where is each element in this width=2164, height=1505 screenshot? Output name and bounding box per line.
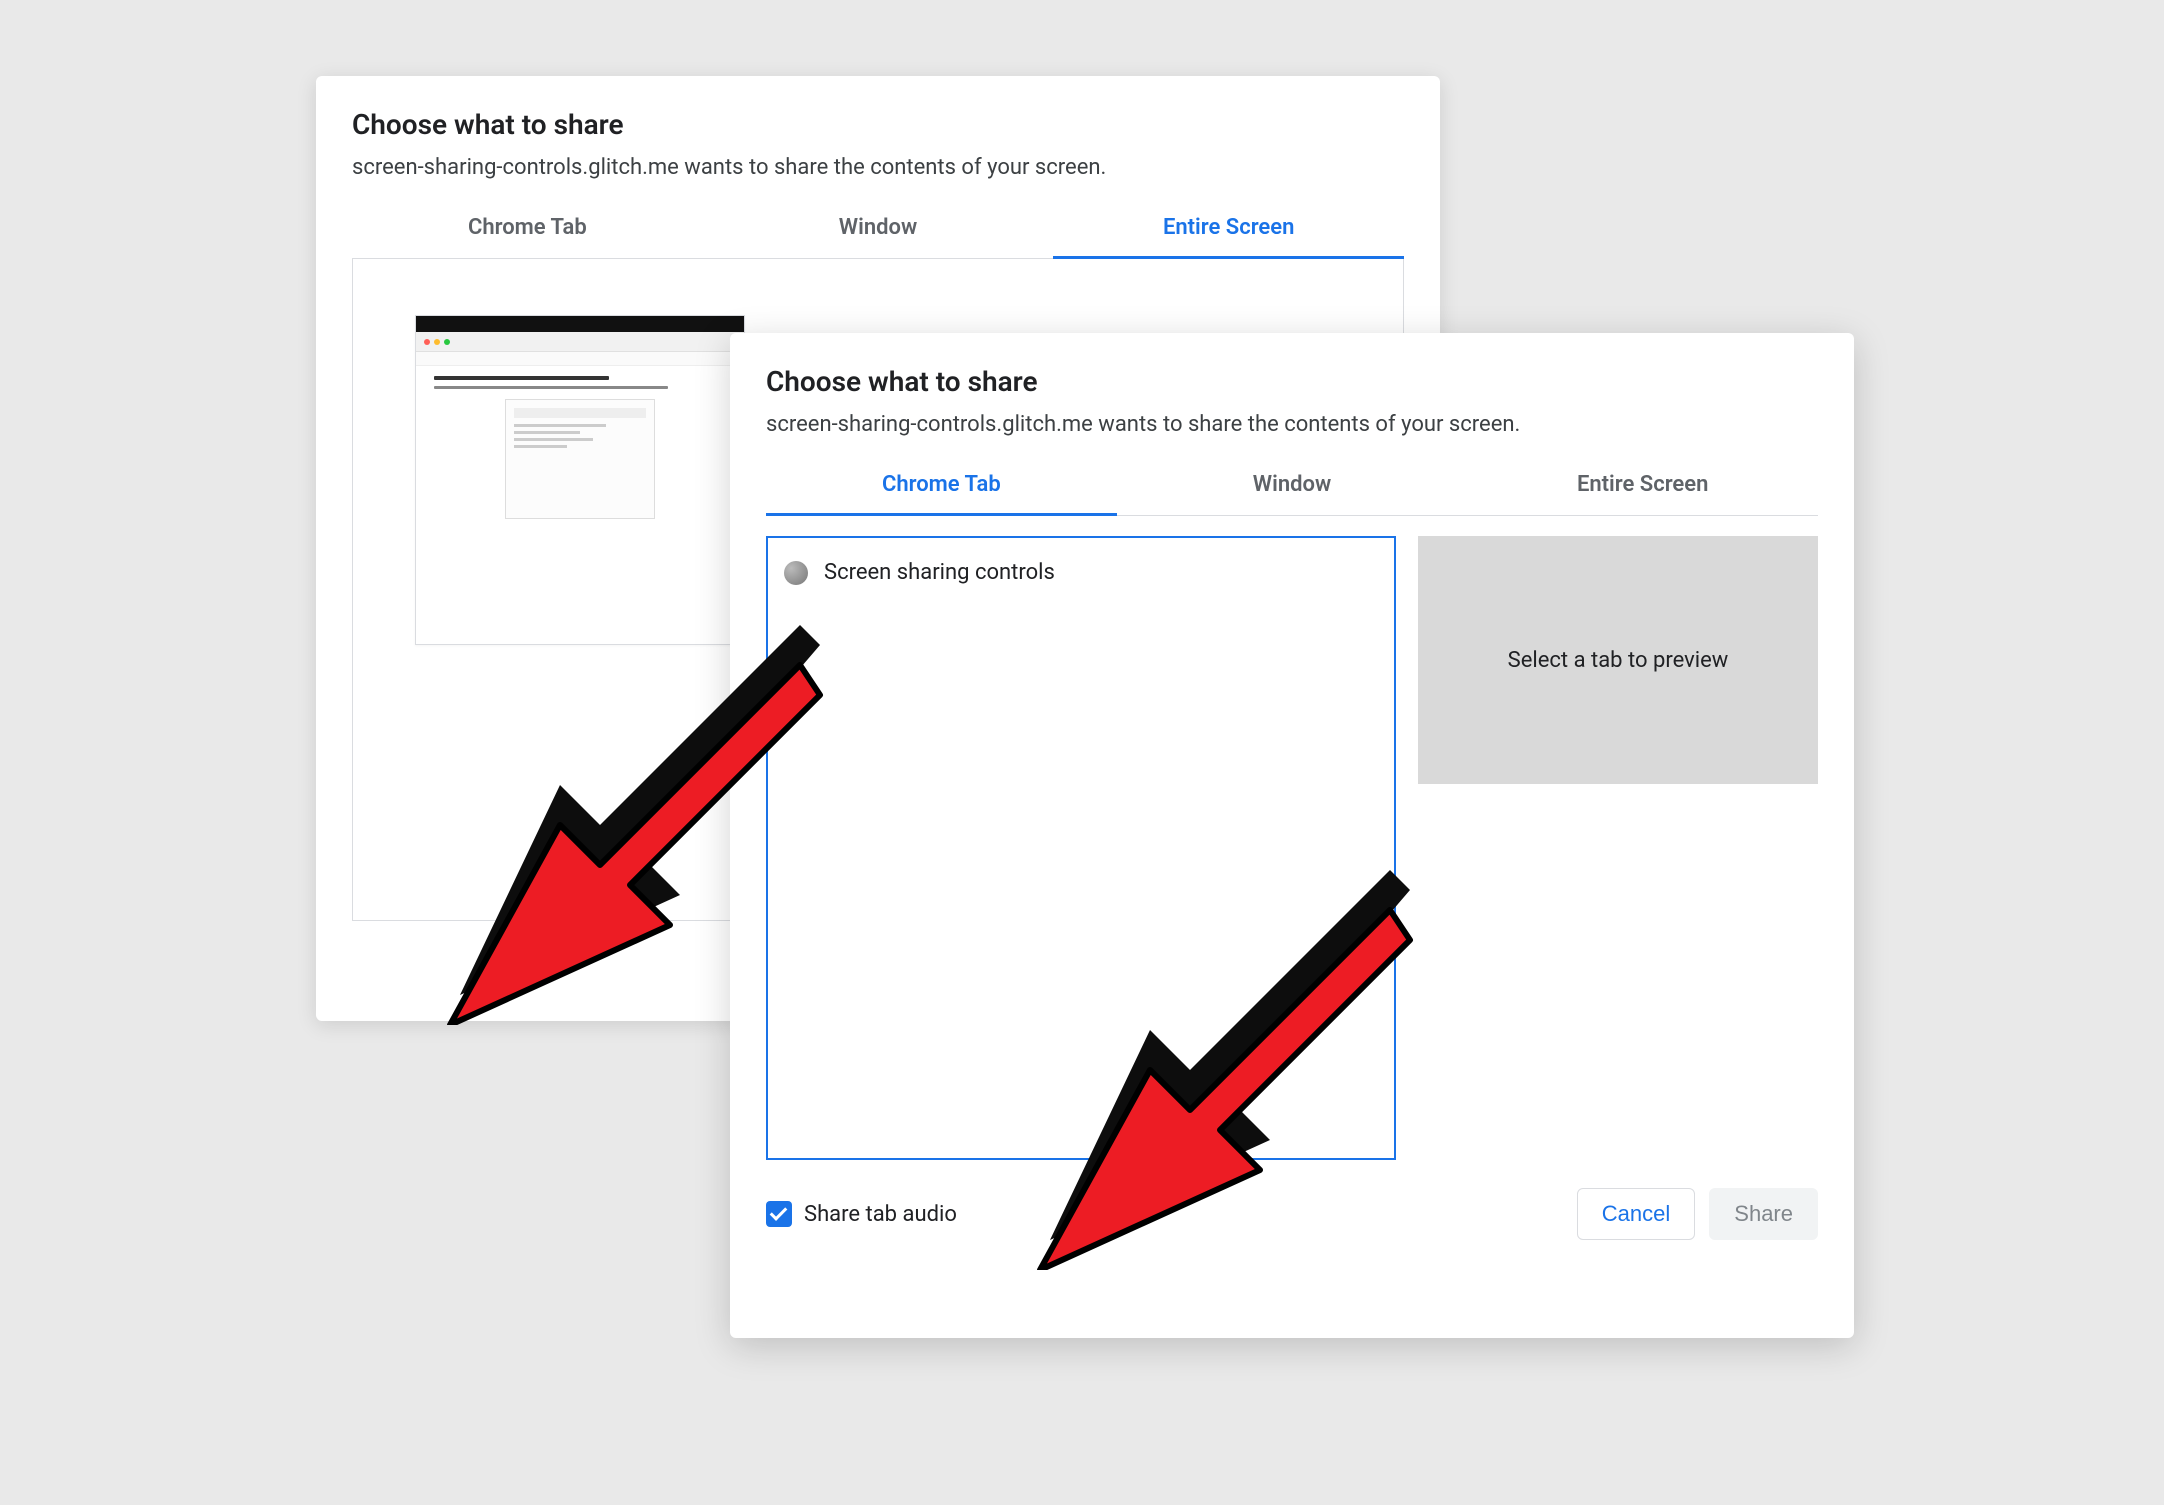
tab-chrome-tab[interactable]: Chrome Tab — [352, 199, 703, 259]
share-audio-label: Share tab audio — [804, 1202, 957, 1227]
cancel-button[interactable]: Cancel — [1577, 1188, 1695, 1240]
share-dialog-chrome-tab: Choose what to share screen-sharing-cont… — [730, 333, 1854, 1338]
dialog-subtitle: screen-sharing-controls.glitch.me wants … — [766, 412, 1818, 437]
tab-window[interactable]: Window — [703, 199, 1054, 259]
share-audio-checkbox[interactable] — [766, 1201, 792, 1227]
screen-thumbnail[interactable] — [415, 315, 745, 645]
share-tabs: Chrome Tab Window Entire Screen — [352, 198, 1404, 259]
tab-list-item[interactable]: Screen sharing controls — [782, 556, 1380, 589]
dialog-title: Choose what to share — [766, 365, 1818, 398]
share-button[interactable]: Share — [1709, 1188, 1818, 1240]
globe-icon — [784, 561, 808, 585]
share-tabs: Chrome Tab Window Entire Screen — [766, 455, 1818, 516]
tab-entire-screen[interactable]: Entire Screen — [1053, 199, 1404, 259]
tab-item-label: Screen sharing controls — [824, 560, 1055, 585]
tab-window[interactable]: Window — [1117, 456, 1468, 516]
share-tab-audio-option[interactable]: Share tab audio — [766, 1201, 957, 1227]
tab-list: Screen sharing controls — [766, 536, 1396, 1160]
preview-panel: Select a tab to preview — [1418, 536, 1818, 1160]
preview-placeholder: Select a tab to preview — [1418, 536, 1818, 784]
tab-entire-screen[interactable]: Entire Screen — [1467, 456, 1818, 516]
tab-chrome-tab[interactable]: Chrome Tab — [766, 456, 1117, 516]
dialog-title: Choose what to share — [352, 108, 1404, 141]
dialog-subtitle: screen-sharing-controls.glitch.me wants … — [352, 155, 1404, 180]
